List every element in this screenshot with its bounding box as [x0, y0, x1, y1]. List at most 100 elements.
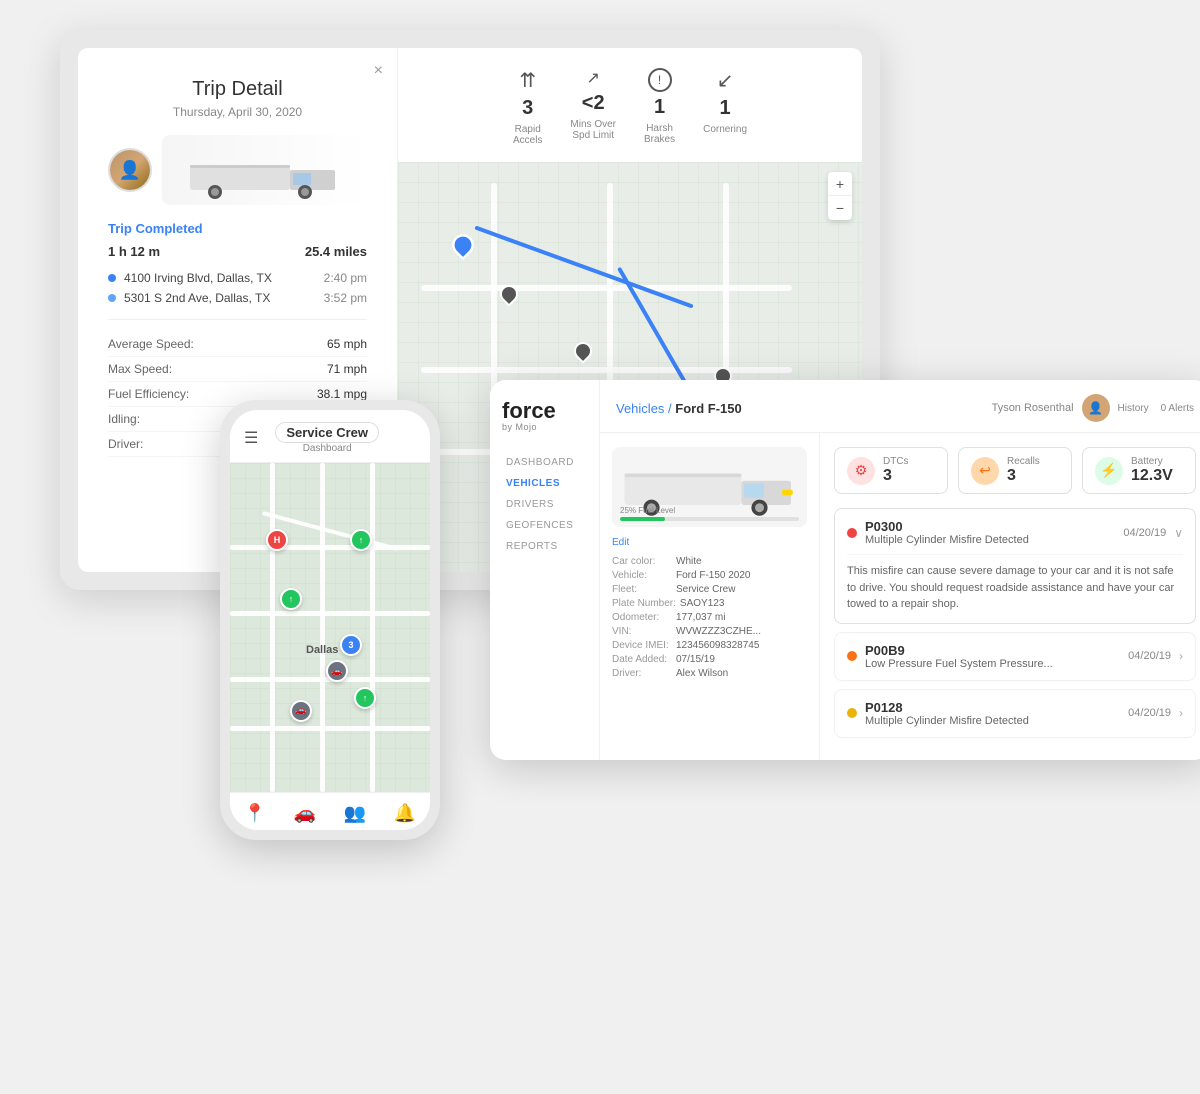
trip-duration: 1 h 12 m	[108, 244, 160, 259]
force-body: 25% Fuel Level Edit Car color: White Veh…	[600, 433, 1200, 760]
rapid-accels-icon: ⇈	[519, 68, 536, 93]
force-edit-button[interactable]: Edit	[612, 537, 807, 548]
force-main: Vehicles / Ford F-150 Tyson Rosenthal 👤 …	[600, 380, 1200, 760]
stat-avg-speed: Average Speed: 65 mph	[108, 332, 367, 357]
harsh-brakes-icon: !	[648, 68, 672, 92]
mins-over-icon: ↗	[587, 68, 600, 88]
dtc-desc-p00b9: Low Pressure Fuel System Pressure...	[865, 658, 1053, 670]
badge-recalls[interactable]: ↩ Recalls 3	[958, 447, 1072, 494]
phone-menu-icon[interactable]: ☰	[244, 428, 258, 448]
force-dtc-section: ⚙ DTCs 3 ↩ Recalls 3 ⚡	[820, 433, 1200, 760]
force-action-alerts[interactable]: 0 Alerts	[1161, 403, 1194, 414]
fuel-bar-container: 25% Fuel Level	[620, 506, 799, 521]
force-vehicle-section: 25% Fuel Level Edit Car color: White Veh…	[600, 433, 820, 760]
dtcs-value: 3	[883, 467, 909, 485]
zoom-in-button[interactable]: +	[828, 172, 852, 196]
dtc-code-p00b9: P00B9	[865, 643, 1053, 658]
dtcs-label: DTCs	[883, 456, 909, 467]
dtc-row-p00b9: P00B9 Low Pressure Fuel System Pressure.…	[847, 643, 1183, 670]
stat-driver-label: Driver:	[108, 437, 143, 451]
detail-plate-value: SAOY123	[680, 598, 724, 609]
stat-idling-label: Idling:	[108, 412, 140, 426]
dtc-row-p0300: P0300 Multiple Cylinder Misfire Detected…	[847, 519, 1183, 546]
dtc-desc-p0300: Multiple Cylinder Misfire Detected	[865, 534, 1029, 546]
phone-nav: 📍 🚗 👥 🔔	[230, 792, 430, 830]
phone-marker-4: ↑	[354, 687, 376, 709]
force-nav-drivers[interactable]: DRIVERS	[502, 494, 587, 515]
phone-nav-vehicles[interactable]: 🚗	[294, 803, 316, 824]
force-user-name: Tyson Rosenthal	[992, 402, 1074, 414]
phone-marker-1: ↑	[350, 529, 372, 551]
detail-vin: VIN: WVWZZZ3CZHE...	[612, 626, 807, 637]
dtc-date-p0128: 04/20/19	[1128, 707, 1171, 719]
phone-nav-drivers[interactable]: 👥	[344, 803, 366, 824]
dtc-row-p0128: P0128 Multiple Cylinder Misfire Detected…	[847, 700, 1183, 727]
detail-vin-value: WVWZZZ3CZHE...	[676, 626, 761, 637]
force-action-history[interactable]: History	[1118, 403, 1149, 414]
phone-title-area: Service Crew Dashboard	[275, 422, 379, 454]
rapid-accels-value: 3	[522, 97, 533, 120]
force-logo-text: force	[502, 400, 587, 422]
badge-battery[interactable]: ⚡ Battery 12.3V	[1082, 447, 1196, 494]
phone-nav-alerts[interactable]: 🔔	[394, 803, 416, 824]
force-vehicle-image: 25% Fuel Level	[612, 447, 807, 527]
dtc-dot-p0300	[847, 528, 857, 538]
force-panel: force by Mojo DASHBOARD VEHICLES DRIVERS…	[490, 380, 1200, 760]
dtc-date-p00b9: 04/20/19	[1128, 650, 1171, 662]
dtc-date-p0300: 04/20/19	[1123, 527, 1166, 539]
force-nav-geofences[interactable]: GEOFENCES	[502, 515, 587, 536]
truck-svg	[185, 140, 345, 200]
dtc-left-p0300: P0300 Multiple Cylinder Misfire Detected	[847, 519, 1029, 546]
force-nav-dashboard[interactable]: DASHBOARD	[502, 452, 587, 473]
force-nav-reports[interactable]: REPORTS	[502, 536, 587, 557]
recalls-label: Recalls	[1007, 456, 1040, 467]
fuel-bar	[620, 517, 799, 521]
phone-marker-7: H	[266, 529, 288, 551]
close-button[interactable]: ×	[374, 62, 383, 80]
vehicle-truck-image	[162, 135, 367, 205]
phone-nav-map[interactable]: 📍	[244, 803, 266, 824]
phone-app-title: Service Crew	[275, 422, 379, 443]
detail-plate-label: Plate Number:	[612, 598, 676, 609]
detail-plate: Plate Number: SAOY123	[612, 598, 807, 609]
phone-marker-2: ↑	[280, 588, 302, 610]
zoom-out-button[interactable]: −	[828, 196, 852, 220]
trip-miles: 25.4 miles	[305, 244, 367, 259]
stat-avg-speed-label: Average Speed:	[108, 337, 194, 351]
dtc-item-p0128[interactable]: P0128 Multiple Cylinder Misfire Detected…	[834, 689, 1196, 738]
detail-vehicle: Vehicle: Ford F-150 2020	[612, 570, 807, 581]
harsh-brakes-label: HarshBrakes	[644, 123, 675, 145]
force-header: Vehicles / Ford F-150 Tyson Rosenthal 👤 …	[600, 380, 1200, 433]
trip-meta-row: 1 h 12 m 25.4 miles	[108, 244, 367, 259]
phone-header: ☰ Service Crew Dashboard	[230, 410, 430, 463]
dtc-item-p00b9[interactable]: P00B9 Low Pressure Fuel System Pressure.…	[834, 632, 1196, 681]
force-top-actions: History 0 Alerts	[1118, 403, 1194, 414]
phone-app-subtitle: Dashboard	[275, 443, 379, 454]
trip-title: Trip Detail	[108, 78, 367, 101]
breadcrumb-link[interactable]: Vehicles	[616, 401, 664, 416]
detail-odometer: Odometer: 177,037 mi	[612, 612, 807, 623]
dtc-item-p0300[interactable]: P0300 Multiple Cylinder Misfire Detected…	[834, 508, 1196, 624]
detail-vin-label: VIN:	[612, 626, 672, 637]
detail-odometer-label: Odometer:	[612, 612, 672, 623]
force-logo: force by Mojo	[502, 400, 587, 432]
detail-date-label: Date Added:	[612, 654, 672, 665]
battery-label: Battery	[1131, 456, 1173, 467]
detail-imei: Device IMEI: 123456098328745	[612, 640, 807, 651]
dtc-desc-p0128: Multiple Cylinder Misfire Detected	[865, 715, 1029, 727]
detail-date-value: 07/15/19	[676, 654, 715, 665]
badge-dtcs[interactable]: ⚙ DTCs 3	[834, 447, 948, 494]
force-nav-vehicles[interactable]: VEHICLES	[502, 473, 587, 494]
map-zoom-controls: + −	[828, 172, 852, 220]
dtc-chevron-p0300: ∨	[1174, 526, 1183, 540]
stat-max-speed-label: Max Speed:	[108, 362, 172, 376]
dtc-code-group-p00b9: P00B9 Low Pressure Fuel System Pressure.…	[865, 643, 1053, 670]
phone-map[interactable]: Dallas ↑ ↑ 3 ↑ 🚗 🚗 H	[230, 463, 430, 792]
stop-start-address: 4100 Irving Blvd, Dallas, TX	[124, 271, 316, 285]
phone-screen: ☰ Service Crew Dashboard Dallas ↑ ↑ 3	[230, 410, 430, 830]
force-badges: ⚙ DTCs 3 ↩ Recalls 3 ⚡	[834, 447, 1196, 494]
cornering-value: 1	[720, 97, 731, 120]
mins-over-label: Mins OverSpd Limit	[570, 119, 616, 141]
detail-imei-label: Device IMEI:	[612, 640, 672, 651]
stat-fuel-label: Fuel Efficiency:	[108, 387, 189, 401]
